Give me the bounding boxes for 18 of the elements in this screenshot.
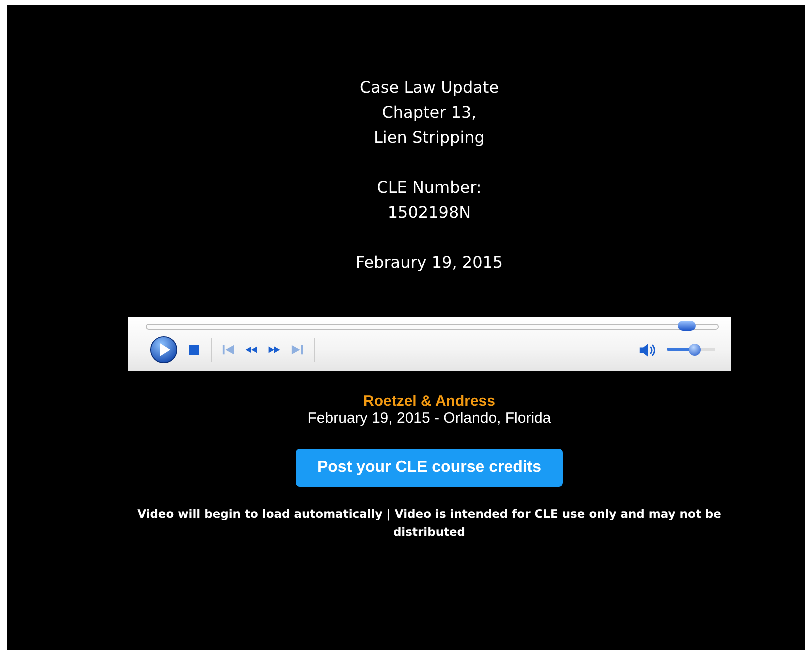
slide-text: 1502198N bbox=[388, 202, 472, 224]
volume-thumb[interactable] bbox=[688, 344, 701, 356]
post-credits-button[interactable]: Post your CLE course credits bbox=[296, 449, 563, 487]
slide-text: Febraury 19, 2015 bbox=[356, 252, 504, 274]
slide-text: Chapter 13, bbox=[382, 102, 477, 124]
play-button[interactable] bbox=[150, 336, 178, 364]
rewind-button[interactable] bbox=[245, 344, 258, 356]
slide-text: Case Law Update bbox=[360, 77, 500, 99]
slide-text: Lien Stripping bbox=[374, 127, 485, 149]
slide-text: CLE Number: bbox=[377, 177, 482, 199]
seek-thumb[interactable] bbox=[678, 321, 696, 331]
volume-icon[interactable] bbox=[639, 342, 657, 358]
presenter-name: Roetzel & Andress bbox=[364, 393, 496, 410]
event-details: February 19, 2015 - Orlando, Florida bbox=[308, 410, 552, 427]
notice-text: Video will begin to load automatically | Video is intended for CLE use only and may not be distributed bbox=[136, 506, 722, 541]
seek-track[interactable] bbox=[146, 324, 719, 330]
fast-forward-button[interactable] bbox=[268, 344, 281, 356]
stop-button[interactable] bbox=[188, 344, 201, 356]
